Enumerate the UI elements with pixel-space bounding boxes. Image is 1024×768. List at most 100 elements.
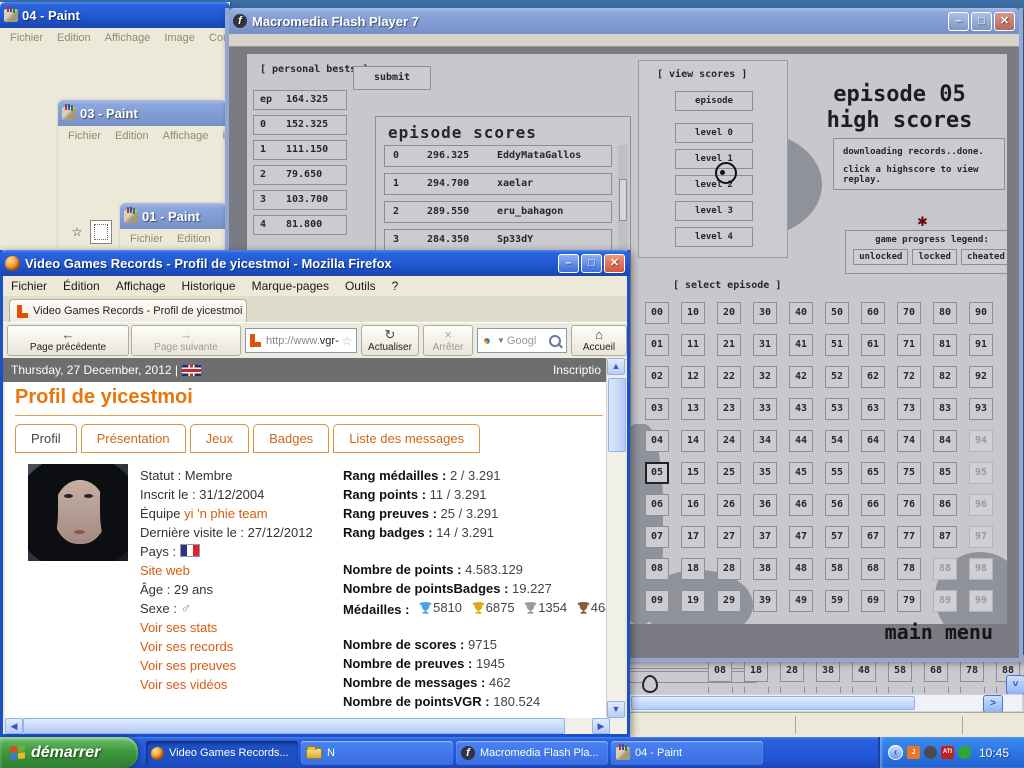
episode-cell[interactable]: 34 bbox=[753, 430, 777, 452]
episode-cell[interactable]: 31 bbox=[753, 334, 777, 356]
episode-cell[interactable]: 89 bbox=[933, 590, 957, 612]
search-engine-dropdown-icon[interactable]: ▼ bbox=[497, 336, 505, 345]
close-button[interactable]: ✕ bbox=[604, 253, 625, 273]
episode-cell[interactable]: 88 bbox=[933, 558, 957, 580]
taskbar-button-folder[interactable]: N bbox=[301, 741, 453, 765]
episode-cell[interactable]: 25 bbox=[717, 462, 741, 484]
bookmark-star-icon[interactable]: ☆ bbox=[342, 334, 353, 348]
episode-cell[interactable]: 37 bbox=[753, 526, 777, 548]
menu-item[interactable]: Edition bbox=[51, 32, 97, 44]
safely-remove-tray-icon[interactable] bbox=[958, 746, 971, 759]
episode-cell[interactable]: 91 bbox=[969, 334, 993, 356]
episode-cell[interactable]: 78 bbox=[960, 660, 984, 682]
episode-cell[interactable]: 11 bbox=[681, 334, 705, 356]
ati-tray-icon[interactable]: ATI bbox=[941, 746, 954, 759]
episode-cell[interactable]: 02 bbox=[645, 366, 669, 388]
episode-cell[interactable]: 29 bbox=[717, 590, 741, 612]
episode-cell[interactable]: 70 bbox=[897, 302, 921, 324]
stop-button[interactable]: × Arrêter bbox=[423, 325, 473, 356]
search-box[interactable]: ▼ Googl bbox=[477, 328, 567, 353]
episode-cell[interactable]: 77 bbox=[897, 526, 921, 548]
episode-cell[interactable]: 64 bbox=[861, 430, 885, 452]
forward-button[interactable]: → Page suivante bbox=[131, 325, 241, 356]
episode-cell[interactable]: 72 bbox=[897, 366, 921, 388]
episode-cell[interactable]: 98 bbox=[969, 558, 993, 580]
back-button[interactable]: ← Page précédente bbox=[7, 325, 129, 356]
episode-cell[interactable]: 58 bbox=[825, 558, 849, 580]
firefox-titlebar[interactable]: Video Games Records - Profil de yicestmo… bbox=[0, 250, 630, 276]
episode-cell[interactable]: 99 bbox=[969, 590, 993, 612]
episode-cell[interactable]: 59 bbox=[825, 590, 849, 612]
episode-cell[interactable]: 13 bbox=[681, 398, 705, 420]
url-dropdown-icon[interactable]: ▼ bbox=[355, 336, 356, 345]
episode-cell[interactable]: 53 bbox=[825, 398, 849, 420]
episode-cell[interactable]: 93 bbox=[969, 398, 993, 420]
menu-item[interactable]: Édition bbox=[55, 279, 108, 293]
browser-tab[interactable]: Video Games Records - Profil de yicestmo… bbox=[9, 299, 247, 322]
episode-cell[interactable]: 75 bbox=[897, 462, 921, 484]
main-menu-button[interactable]: main menu bbox=[885, 620, 993, 644]
profile-action-link[interactable]: Voir ses vidéos bbox=[140, 677, 227, 692]
episode-cell[interactable]: 43 bbox=[789, 398, 813, 420]
episode-cell[interactable]: 85 bbox=[933, 462, 957, 484]
scroll-down-button[interactable]: ▼ bbox=[607, 701, 625, 718]
site-web-link[interactable]: Site web bbox=[140, 563, 190, 578]
airbrush-icon[interactable] bbox=[4, 222, 26, 246]
episode-cell[interactable]: 68 bbox=[924, 660, 948, 682]
legend-button[interactable]: locked bbox=[912, 249, 957, 265]
episode-cell[interactable]: 58 bbox=[888, 660, 912, 682]
episode-cell[interactable]: 10 bbox=[681, 302, 705, 324]
text-icon[interactable] bbox=[28, 222, 50, 246]
episode-cell[interactable]: 49 bbox=[789, 590, 813, 612]
rect-select-icon[interactable] bbox=[90, 220, 112, 244]
uk-flag-icon[interactable] bbox=[182, 364, 201, 376]
menu-item[interactable]: Historique bbox=[174, 279, 244, 293]
utility-tray-icon[interactable] bbox=[924, 746, 937, 759]
episode-cell[interactable]: 27 bbox=[717, 526, 741, 548]
submit-button[interactable]: submit bbox=[353, 66, 431, 90]
episode-cell[interactable]: 22 bbox=[717, 366, 741, 388]
episode-cell[interactable]: 06 bbox=[645, 494, 669, 516]
view-scores-button[interactable]: level 3 bbox=[675, 201, 753, 221]
episode-cell[interactable]: 48 bbox=[852, 660, 876, 682]
episode-cell[interactable]: 84 bbox=[933, 430, 957, 452]
flash-titlebar[interactable]: f Macromedia Flash Player 7 – □ ✕ bbox=[229, 8, 1019, 34]
episode-cell[interactable]: 20 bbox=[717, 302, 741, 324]
episode-cell[interactable]: 67 bbox=[861, 526, 885, 548]
home-button[interactable]: ⌂ Accueil bbox=[571, 325, 627, 356]
inscription-link[interactable]: Inscriptio bbox=[553, 363, 601, 377]
profile-tab[interactable]: Profil bbox=[15, 424, 77, 453]
episode-cell[interactable]: 68 bbox=[861, 558, 885, 580]
episode-cell[interactable]: 17 bbox=[681, 526, 705, 548]
scroll-up-button[interactable]: ▲ bbox=[607, 358, 625, 375]
taskbar-button-flash[interactable]: f Macromedia Flash Pla... bbox=[456, 741, 608, 765]
episode-cell[interactable]: 96 bbox=[969, 494, 993, 516]
menu-item[interactable]: Fichier bbox=[124, 233, 169, 245]
horizontal-scrollbar-thumb[interactable] bbox=[631, 696, 915, 710]
flash-menubar[interactable] bbox=[229, 34, 1019, 47]
view-scores-button[interactable]: level 0 bbox=[675, 123, 753, 143]
episode-cell[interactable]: 08 bbox=[708, 660, 732, 682]
episode-score-row[interactable]: 0 296.325 EddyMataGallos bbox=[384, 145, 612, 167]
episode-cell[interactable]: 08 bbox=[645, 558, 669, 580]
profile-tab[interactable]: Jeux bbox=[189, 424, 250, 453]
paint01-titlebar[interactable]: 01 - Paint bbox=[120, 203, 226, 229]
menu-item[interactable]: Image bbox=[158, 32, 201, 44]
episode-cell[interactable]: 71 bbox=[897, 334, 921, 356]
episode-cell[interactable]: 16 bbox=[681, 494, 705, 516]
fill-icon[interactable] bbox=[28, 144, 50, 168]
episode-score-row[interactable]: 1 294.700 xaelar bbox=[384, 173, 612, 195]
maximize-button[interactable]: □ bbox=[581, 253, 602, 273]
magnifier-icon[interactable] bbox=[28, 170, 50, 194]
episode-cell[interactable]: 48 bbox=[789, 558, 813, 580]
episode-cell[interactable]: 30 bbox=[753, 302, 777, 324]
horizontal-scrollbar[interactable]: ◀ ▶ bbox=[5, 718, 627, 734]
view-scores-button[interactable]: level 4 bbox=[675, 227, 753, 247]
episode-cell[interactable]: 50 bbox=[825, 302, 849, 324]
episode-cell[interactable]: 32 bbox=[753, 366, 777, 388]
episode-cell[interactable]: 57 bbox=[825, 526, 849, 548]
vertical-scrollbar-thumb[interactable] bbox=[608, 378, 626, 452]
episode-cell[interactable]: 24 bbox=[717, 430, 741, 452]
episode-cell[interactable]: 09 bbox=[645, 590, 669, 612]
episode-cell[interactable]: 80 bbox=[933, 302, 957, 324]
